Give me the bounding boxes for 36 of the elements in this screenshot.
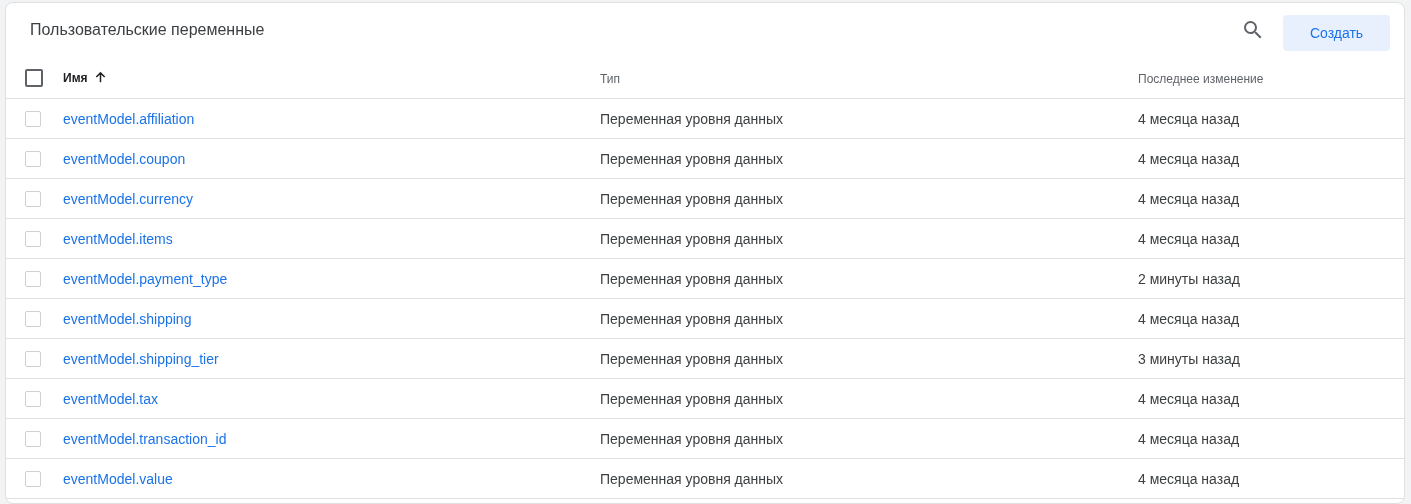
- table-cell: Переменная уровня данных: [600, 470, 784, 487]
- table-cell: Переменная уровня данных: [600, 150, 784, 167]
- table-cell: Переменная уровня данных: [600, 270, 784, 287]
- column-header[interactable]: Тип: [600, 71, 620, 86]
- column-header[interactable]: Имя: [63, 70, 88, 85]
- table-cell: 4 месяца назад: [1138, 390, 1240, 407]
- table-cell: 4 месяца назад: [1138, 150, 1240, 167]
- table-cell: Переменная уровня данных: [600, 430, 784, 447]
- card-title: Пользовательские переменные: [30, 21, 265, 39]
- table-cell: 4 месяца назад: [1138, 190, 1240, 207]
- table-cell: 2 минуты назад: [1138, 270, 1240, 287]
- column-header[interactable]: Последнее изменение: [1138, 71, 1264, 86]
- variable-link[interactable]: eventModel.shipping_tier: [63, 350, 219, 367]
- table-cell: Переменная уровня данных: [600, 390, 784, 407]
- table-cell: 4 месяца назад: [1138, 230, 1240, 247]
- table-cell: 4 месяца назад: [1138, 110, 1240, 127]
- table-cell: 3 минуты назад: [1138, 350, 1240, 367]
- table-cell: 4 месяца назад: [1138, 310, 1240, 327]
- variable-link[interactable]: eventModel.transaction_id: [63, 430, 227, 447]
- table-cell: 4 месяца назад: [1138, 470, 1240, 487]
- table-cell: Переменная уровня данных: [600, 350, 784, 367]
- variable-link[interactable]: eventModel.coupon: [63, 150, 186, 167]
- variable-link[interactable]: eventModel.items: [63, 230, 173, 247]
- variable-link[interactable]: eventModel.tax: [63, 390, 158, 407]
- checkbox[interactable]: [25, 68, 43, 87]
- create-button[interactable]: Создать: [1283, 15, 1390, 51]
- table-cell: Переменная уровня данных: [600, 310, 784, 327]
- variable-link[interactable]: eventModel.affiliation: [63, 110, 195, 127]
- table-cell: Переменная уровня данных: [600, 110, 784, 127]
- variable-link[interactable]: eventModel.currency: [63, 190, 193, 207]
- table-cell: 4 месяца назад: [1138, 430, 1240, 447]
- variable-link[interactable]: eventModel.payment_type: [63, 270, 228, 287]
- variable-link[interactable]: eventModel.shipping: [63, 310, 192, 327]
- table-cell: Переменная уровня данных: [600, 190, 784, 207]
- variable-link[interactable]: eventModel.value: [63, 470, 173, 487]
- table-cell: Переменная уровня данных: [600, 230, 784, 247]
